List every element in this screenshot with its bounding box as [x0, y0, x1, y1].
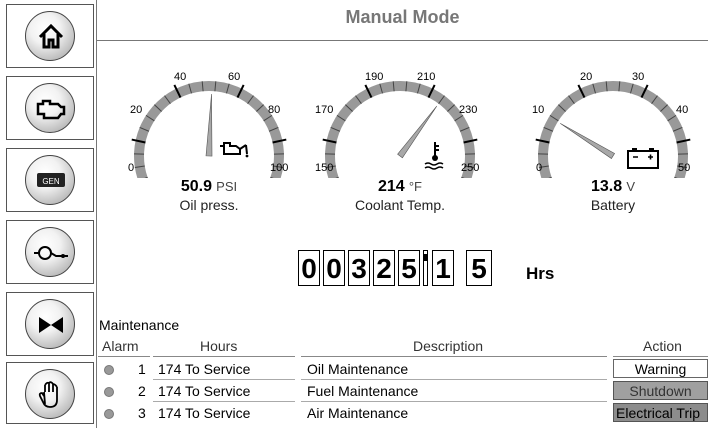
battery-label: Battery — [590, 197, 636, 213]
header-rule — [98, 356, 150, 357]
action-warning[interactable]: Warning — [613, 359, 708, 378]
alarm-number: 1 — [138, 361, 146, 377]
coolant-tick-250: 250 — [461, 162, 480, 174]
row-rule — [153, 379, 295, 380]
status-dot — [104, 387, 114, 397]
generator-icon: GEN — [25, 155, 75, 205]
decimal-separator — [423, 250, 428, 286]
coolant-tick-230: 230 — [459, 104, 478, 116]
page-header: Manual Mode — [97, 0, 708, 41]
status-dot — [104, 409, 114, 419]
header-rule — [153, 356, 295, 357]
gauge-needle — [205, 94, 213, 157]
oil-pressure-readout: 50.9 PSI — [124, 178, 294, 196]
page-title: Manual Mode — [345, 7, 460, 27]
generator-button[interactable]: GEN — [6, 148, 94, 212]
gauge-needle — [560, 123, 615, 159]
home-icon — [25, 11, 75, 61]
gauge-arc — [325, 81, 475, 178]
hours-cell: 174 To Service — [158, 405, 251, 421]
battery-tick-40: 40 — [676, 104, 689, 116]
row-rule — [301, 401, 607, 402]
hours-cell: 174 To Service — [158, 361, 251, 377]
battery-value: 13.8 — [591, 178, 623, 195]
engine-button[interactable] — [6, 76, 94, 140]
hour-meter-unit: Hrs — [526, 264, 555, 283]
hour-digit: 5 — [398, 250, 420, 286]
coolant-temp-value: 214 — [377, 178, 405, 195]
alarm-number: 3 — [138, 405, 146, 421]
description-cell: Oil Maintenance — [307, 361, 409, 377]
header-rule — [613, 356, 708, 357]
table-row[interactable]: 2 174 To Service Fuel Maintenance Shutdo… — [0, 381, 708, 401]
breaker-button[interactable] — [6, 292, 94, 356]
hour-digit: 0 — [298, 250, 320, 286]
oil-pressure-dial — [131, 81, 287, 178]
battery-gauge: 0 10 20 30 40 50 13.8 V Battery — [528, 58, 698, 226]
coolant-temp-label: Coolant Temp. — [354, 197, 445, 213]
oil-tick-20: 20 — [130, 104, 143, 116]
status-dot — [104, 365, 114, 375]
gauge-arc — [538, 81, 688, 178]
action-electrical-trip[interactable]: Electrical Trip — [613, 403, 708, 422]
hour-digit: 1 — [432, 250, 454, 286]
battery-tick-30: 30 — [632, 71, 645, 83]
battery-icon — [627, 148, 659, 169]
coolant-temp-icon — [424, 142, 444, 170]
header-rule — [301, 356, 607, 357]
gauge-needle — [397, 105, 438, 159]
hours-header: Hours — [200, 338, 238, 354]
separator-mark — [424, 254, 427, 261]
coolant-temp-unit: °F — [408, 179, 422, 194]
oil-tick-0: 0 — [128, 162, 135, 174]
table-row[interactable]: 1 174 To Service Oil Maintenance Warning — [0, 359, 708, 379]
breaker-icon — [25, 299, 75, 349]
coolant-tick-210: 210 — [417, 71, 436, 83]
oil-pressure-gauge: 0 20 40 60 80 100 50.9 PSI Oil press. — [124, 58, 294, 226]
battery-tick-10: 10 — [532, 104, 545, 116]
oil-tick-60: 60 — [228, 71, 241, 83]
maintenance-title: Maintenance — [99, 317, 180, 333]
oil-pressure-unit: PSI — [216, 179, 238, 194]
engine-icon — [25, 83, 75, 133]
row-rule — [153, 401, 295, 402]
battery-unit: V — [626, 179, 635, 194]
oil-tick-40: 40 — [174, 71, 187, 83]
table-row[interactable]: 3 174 To Service Air Maintenance Electri… — [0, 403, 708, 423]
alarm-number: 2 — [138, 383, 146, 399]
battery-tick-50: 50 — [678, 162, 691, 174]
battery-tick-20: 20 — [580, 71, 593, 83]
coolant-temp-readout: 214 °F — [315, 178, 485, 196]
hour-digit: 3 — [348, 250, 370, 286]
action-header: Action — [643, 338, 682, 354]
home-button[interactable] — [6, 4, 94, 68]
description-cell: Fuel Maintenance — [307, 383, 419, 399]
generator-label: GEN — [42, 177, 60, 186]
coolant-tick-150: 150 — [315, 162, 334, 174]
hour-digit: 0 — [323, 250, 345, 286]
hour-digit: 5 — [466, 250, 492, 286]
coolant-tick-170: 170 — [315, 104, 334, 116]
battery-tick-0: 0 — [536, 162, 543, 174]
hours-cell: 174 To Service — [158, 383, 251, 399]
transfer-icon — [25, 227, 75, 277]
description-header: Description — [413, 338, 484, 354]
alarm-header: Alarm — [102, 338, 139, 354]
battery-dial — [535, 81, 691, 178]
oil-pressure-value: 50.9 — [180, 178, 212, 195]
oil-tick-80: 80 — [268, 104, 281, 116]
transfer-button[interactable] — [6, 220, 94, 284]
coolant-temp-dial — [322, 81, 478, 178]
oil-can-icon — [220, 142, 249, 158]
battery-readout: 13.8 V — [528, 178, 698, 196]
description-cell: Air Maintenance — [307, 405, 409, 421]
oil-tick-100: 100 — [270, 162, 289, 174]
oil-pressure-label: Oil press. — [179, 197, 239, 213]
coolant-tick-190: 190 — [365, 71, 384, 83]
hour-digit: 2 — [373, 250, 395, 286]
action-shutdown[interactable]: Shutdown — [613, 381, 708, 400]
coolant-temp-gauge: 150 170 190 210 230 250 214 °F Coolant T… — [315, 58, 485, 226]
row-rule — [301, 379, 607, 380]
